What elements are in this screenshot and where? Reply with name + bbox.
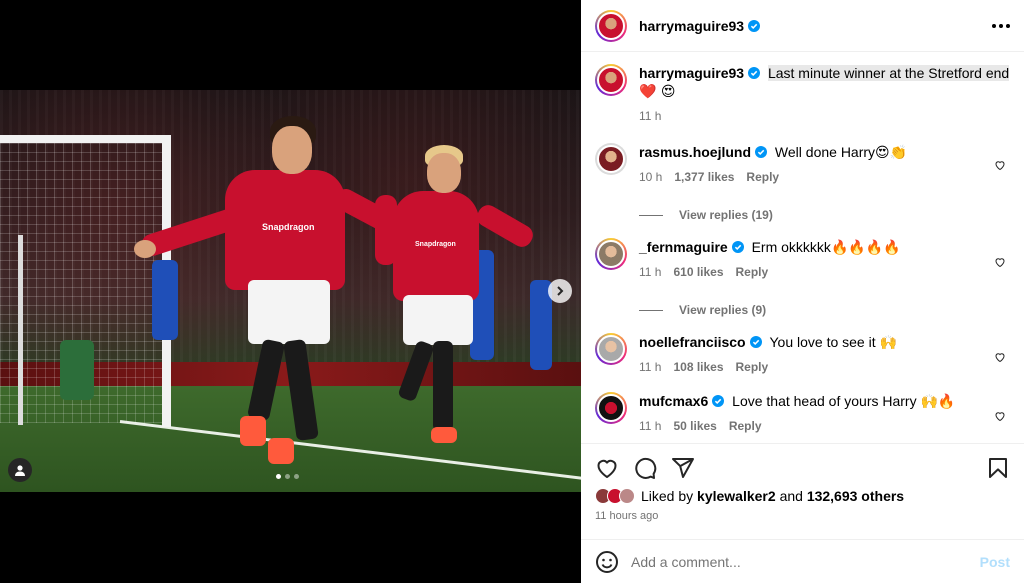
emoji-icon[interactable] xyxy=(595,550,619,574)
comment-likes[interactable]: 610 likes xyxy=(673,263,723,281)
carousel-dot xyxy=(276,474,281,479)
verified-icon xyxy=(748,67,761,79)
commenter-avatar[interactable] xyxy=(595,333,627,365)
heart-icon[interactable] xyxy=(994,410,1006,422)
comment-username[interactable]: rasmus.hoejlund xyxy=(639,144,751,160)
comment-icon[interactable] xyxy=(633,456,657,480)
post-time: 11 hours ago xyxy=(595,510,659,522)
save-icon[interactable] xyxy=(986,456,1010,480)
liked-by-user[interactable]: kylewalker2 xyxy=(697,488,776,504)
liker-avatars xyxy=(595,488,635,504)
author-avatar[interactable] xyxy=(595,64,627,96)
comment-likes[interactable]: 50 likes xyxy=(673,417,716,435)
carousel-dot xyxy=(294,474,299,479)
comment-time: 11 h xyxy=(639,360,662,374)
more-icon xyxy=(992,23,996,28)
heart-icon[interactable] xyxy=(994,256,1006,268)
comments-list: harrymaguire93 Last minute winner at the… xyxy=(581,52,1024,442)
comment-time: 10 h xyxy=(639,170,663,184)
add-comment-bar: Post xyxy=(581,539,1024,583)
reply-button[interactable]: Reply xyxy=(729,417,762,435)
shirt-sponsor: Snapdragon xyxy=(262,222,315,232)
verified-icon xyxy=(748,19,761,32)
share-icon[interactable] xyxy=(671,456,695,480)
comment-input[interactable] xyxy=(631,553,980,570)
post-side-panel: harrymaguire93 harrymaguire93 Last minut… xyxy=(581,0,1024,583)
comment-text: Erm okkkkkk xyxy=(751,239,831,255)
caption-emoji: ❤️ 😍 xyxy=(639,84,676,100)
carousel-indicator xyxy=(276,474,299,479)
comment-emoji: 😍👏 xyxy=(875,145,908,161)
reply-button[interactable]: Reply xyxy=(736,358,769,376)
verified-icon xyxy=(731,241,744,253)
comment-text: Love that head of yours Harry xyxy=(732,393,917,409)
comment-emoji: 🔥🔥🔥🔥 xyxy=(830,240,901,256)
shirt-sponsor-second: Snapdragon xyxy=(415,241,456,248)
comment-emoji: 🙌 xyxy=(879,335,897,351)
post-header: harrymaguire93 xyxy=(581,0,1024,52)
comment-text: You love to see it xyxy=(769,334,876,350)
carousel-dot xyxy=(285,474,290,479)
heart-icon[interactable] xyxy=(994,351,1006,363)
reply-button[interactable]: Reply xyxy=(736,263,769,281)
user-tag-icon xyxy=(15,465,25,476)
post-media[interactable]: Snapdragon Snapdragon xyxy=(0,0,581,583)
heart-icon[interactable] xyxy=(595,456,619,480)
likes-others[interactable]: 132,693 others xyxy=(807,488,904,504)
caption-text: Last minute winner at the Stretford end xyxy=(767,65,1010,81)
comment-likes[interactable]: 1,377 likes xyxy=(674,168,734,186)
author-username[interactable]: harrymaguire93 xyxy=(639,18,744,34)
comment-username[interactable]: _fernmaguire xyxy=(639,239,728,255)
comment: noellefranciisco You love to see it 🙌 11… xyxy=(595,317,1010,376)
comment-username[interactable]: noellefranciisco xyxy=(639,334,746,350)
likes-summary[interactable]: Liked by kylewalker2 and 132,693 others xyxy=(595,488,1010,504)
author-avatar[interactable] xyxy=(595,9,627,42)
view-replies-label: View replies (9) xyxy=(679,303,767,317)
comment-username[interactable]: mufcmax6 xyxy=(639,393,708,409)
comment: _fernmaguire Erm okkkkkk🔥🔥🔥🔥 11 h 610 li… xyxy=(595,222,1010,281)
goalkeeper xyxy=(60,340,94,400)
verified-icon xyxy=(749,336,762,348)
comment: mufcmax6 Love that head of yours Harry 🙌… xyxy=(595,376,1010,435)
tagged-users-button[interactable] xyxy=(8,458,32,482)
post-photo: Snapdragon Snapdragon xyxy=(0,90,581,492)
verified-icon xyxy=(755,146,768,158)
chevron-right-icon xyxy=(557,286,564,296)
caption: harrymaguire93 Last minute winner at the… xyxy=(595,52,1010,125)
commenter-avatar[interactable] xyxy=(595,143,627,175)
comment: rasmus.hoejlund Well done Harry😍👏 10 h 1… xyxy=(595,125,1010,186)
post-actions: Liked by kylewalker2 and 132,693 others … xyxy=(581,443,1024,522)
caption-time: 11 h xyxy=(639,109,662,123)
caption-username[interactable]: harrymaguire93 xyxy=(639,65,744,81)
heart-icon[interactable] xyxy=(994,159,1006,171)
comment-text: Well done Harry xyxy=(774,144,876,160)
second-player: Snapdragon xyxy=(375,145,537,465)
comment: dully_boosh 🔥🔥👏 xyxy=(595,435,1010,442)
more-options-button[interactable] xyxy=(992,23,1010,28)
view-replies-button[interactable]: View replies (19) xyxy=(639,208,1010,222)
verified-icon xyxy=(712,395,725,407)
post-comment-button[interactable]: Post xyxy=(980,554,1010,570)
reply-button[interactable]: Reply xyxy=(746,168,779,186)
comment-time: 11 h xyxy=(639,419,662,433)
view-replies-button[interactable]: View replies (9) xyxy=(639,303,1010,317)
comment-emoji: 🙌🔥 xyxy=(920,394,956,410)
likes-prefix: Liked by xyxy=(641,488,694,504)
likes-and: and xyxy=(779,488,803,504)
commenter-avatar[interactable] xyxy=(595,238,627,270)
comment-likes[interactable]: 108 likes xyxy=(673,358,723,376)
view-replies-label: View replies (19) xyxy=(679,208,773,222)
commenter-avatar[interactable] xyxy=(595,392,627,424)
next-media-button[interactable] xyxy=(548,279,572,303)
comment-time: 11 h xyxy=(639,265,662,279)
